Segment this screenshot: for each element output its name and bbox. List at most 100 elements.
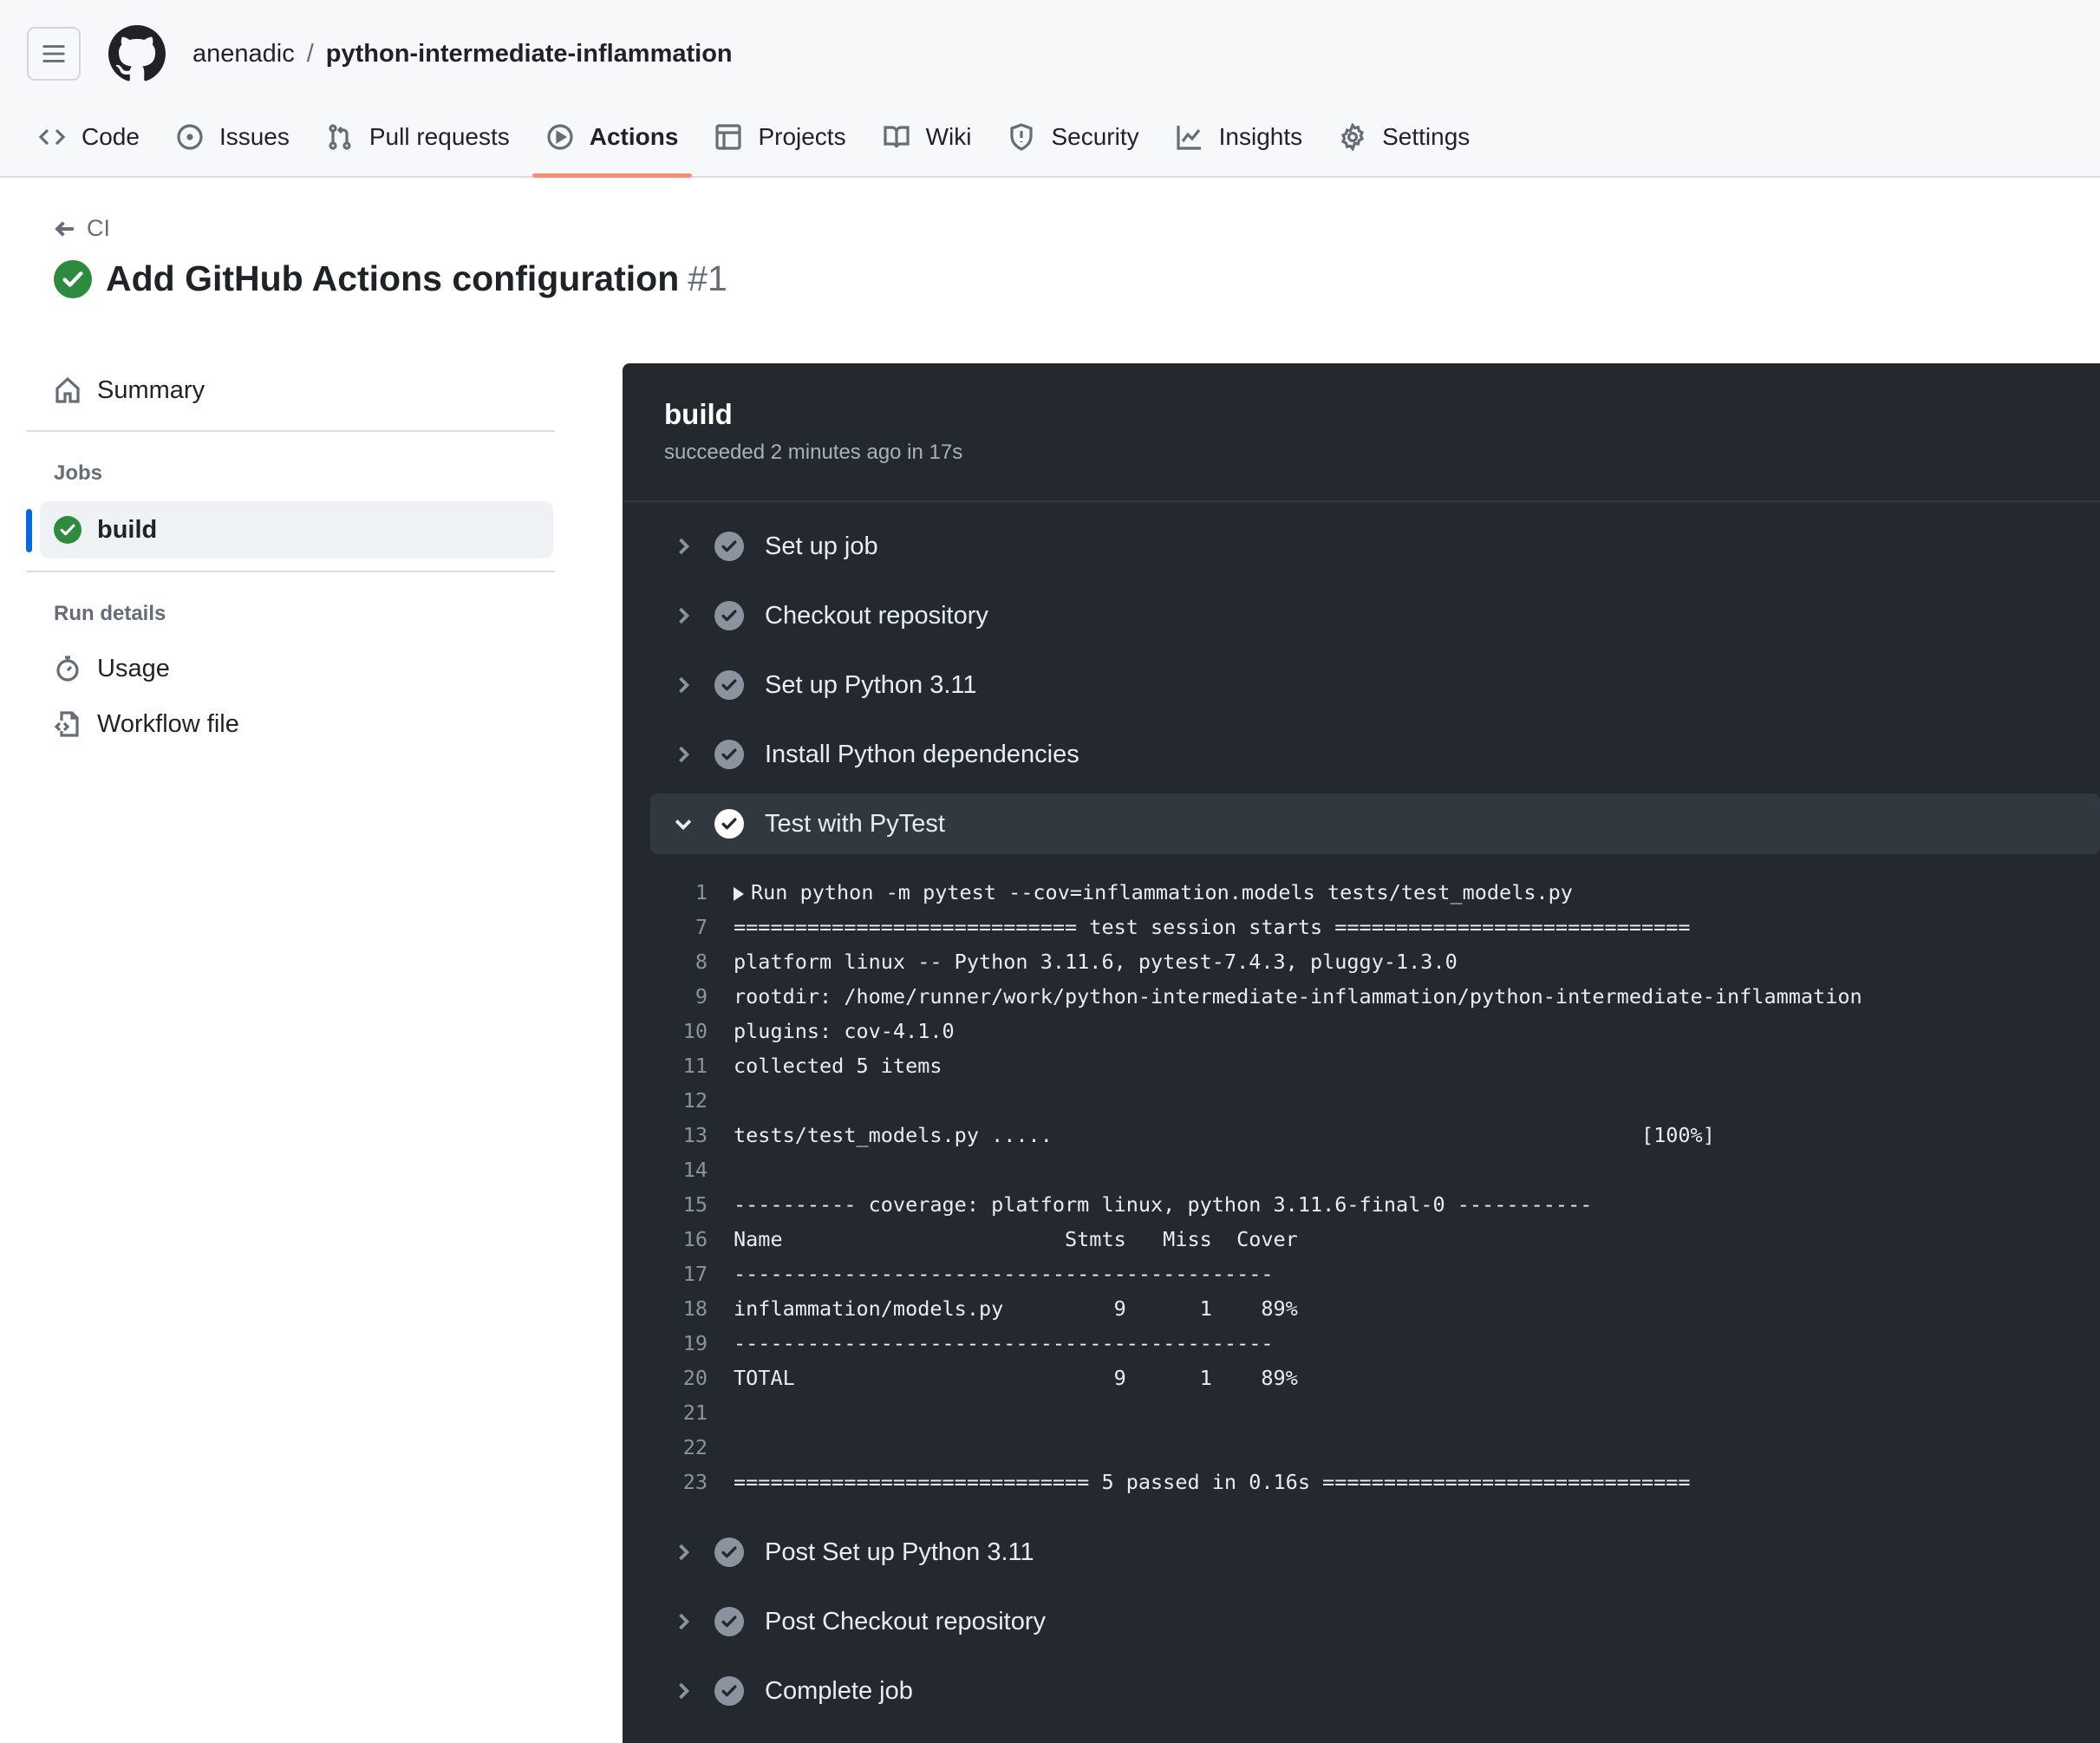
log-line: 18 inflammation/models.py 9 1 89% bbox=[650, 1291, 2100, 1326]
line-number[interactable]: 14 bbox=[650, 1158, 708, 1182]
tab-code[interactable]: Code bbox=[26, 113, 153, 161]
repo-header: anenadic / python-intermediate-inflammatio… bbox=[0, 0, 2100, 178]
tab-issues[interactable]: Issues bbox=[162, 113, 303, 161]
tab-actions[interactable]: Actions bbox=[532, 113, 693, 178]
log-line: 19 --------------------------------------… bbox=[650, 1326, 2100, 1361]
log-line: 7 ============================ test sessi… bbox=[650, 910, 2100, 944]
jobs-heading: Jobs bbox=[54, 461, 103, 485]
line-number[interactable]: 1 bbox=[650, 880, 708, 904]
step-label: Test with PyTest bbox=[765, 809, 945, 838]
line-number[interactable]: 7 bbox=[650, 915, 708, 939]
line-number[interactable]: 23 bbox=[650, 1470, 708, 1494]
check-circle-fill-icon bbox=[54, 516, 82, 544]
tab-label: Wiki bbox=[925, 123, 972, 150]
step-complete-job[interactable]: Complete job bbox=[650, 1661, 2100, 1721]
sidebar-item-usage[interactable]: Usage bbox=[26, 651, 170, 686]
arrow-left-icon bbox=[55, 220, 74, 237]
gear-icon bbox=[1341, 123, 1365, 151]
log-line: 13 tests/test_models.py ..... [100%] bbox=[650, 1118, 2100, 1152]
log-group-toggle[interactable]: 1 Run python -m pytest --cov=inflammation… bbox=[650, 875, 2100, 910]
play-icon bbox=[547, 124, 573, 150]
chevron-right-icon bbox=[679, 676, 690, 694]
log-text: ============================ test sessio… bbox=[734, 915, 1691, 939]
tab-label: Actions bbox=[589, 123, 679, 150]
line-number[interactable]: 9 bbox=[650, 984, 708, 1009]
line-number[interactable]: 15 bbox=[650, 1192, 708, 1217]
log-line: 10 plugins: cov-4.1.0 bbox=[650, 1014, 2100, 1048]
global-menu-button[interactable] bbox=[27, 27, 81, 81]
repo-owner-link[interactable]: anenadic bbox=[192, 40, 295, 68]
step-test-with-pytest[interactable]: Test with PyTest bbox=[650, 793, 2100, 854]
tab-wiki[interactable]: Wiki bbox=[869, 113, 986, 161]
graph-icon bbox=[1177, 126, 1201, 150]
log-line: 8 platform linux -- Python 3.11.6, pytest… bbox=[650, 944, 2100, 979]
check-circle-fill-icon bbox=[54, 259, 92, 298]
sidebar-divider bbox=[26, 571, 555, 572]
line-number[interactable]: 16 bbox=[650, 1227, 708, 1251]
step-set-up-job[interactable]: Set up job bbox=[650, 516, 2100, 577]
line-number[interactable]: 11 bbox=[650, 1054, 708, 1078]
check-circle-fill-icon bbox=[714, 809, 744, 839]
git-pull-request-icon bbox=[329, 124, 351, 150]
tab-projects[interactable]: Projects bbox=[701, 113, 859, 161]
step-label: Checkout repository bbox=[765, 601, 988, 630]
step-install-python-dependencies[interactable]: Install Python dependencies bbox=[650, 724, 2100, 785]
log-line: 9 rootdir: /home/runner/work/python-inter… bbox=[650, 979, 2100, 1014]
tab-settings[interactable]: Settings bbox=[1325, 113, 1484, 161]
tab-pull-requests[interactable]: Pull requests bbox=[312, 113, 524, 161]
step-label: Set up Python 3.11 bbox=[765, 670, 977, 699]
sidebar-item-summary[interactable]: Summary bbox=[26, 373, 205, 408]
line-number[interactable]: 10 bbox=[650, 1019, 708, 1043]
github-logo-icon[interactable] bbox=[108, 25, 166, 82]
job-header: build succeeded 2 minutes ago in 17s bbox=[623, 363, 2100, 502]
chevron-right-icon bbox=[679, 746, 690, 763]
tab-insights[interactable]: Insights bbox=[1162, 113, 1317, 161]
chevron-right-icon bbox=[679, 1682, 690, 1700]
check-circle-fill-icon bbox=[714, 1607, 744, 1636]
repo-name-link[interactable]: python-intermediate-inflammation bbox=[326, 40, 733, 68]
step-post-checkout-repository[interactable]: Post Checkout repository bbox=[650, 1591, 2100, 1652]
line-number[interactable]: 17 bbox=[650, 1262, 708, 1286]
stopwatch-icon bbox=[56, 656, 79, 682]
chevron-right-icon bbox=[679, 1544, 690, 1561]
line-number[interactable]: 19 bbox=[650, 1331, 708, 1355]
step-post-set-up-python[interactable]: Post Set up Python 3.11 bbox=[650, 1522, 2100, 1583]
log-line: 20 TOTAL 9 1 89% bbox=[650, 1361, 2100, 1395]
issue-opened-icon bbox=[177, 124, 203, 150]
line-number[interactable]: 8 bbox=[650, 950, 708, 974]
line-number[interactable]: 13 bbox=[650, 1123, 708, 1147]
sidebar-item-label: Workflow file bbox=[97, 709, 239, 738]
line-number[interactable]: 12 bbox=[650, 1088, 708, 1113]
step-label: Install Python dependencies bbox=[765, 740, 1079, 768]
tab-label: Pull requests bbox=[368, 123, 510, 150]
selected-indicator bbox=[26, 509, 32, 552]
log-line: 17 --------------------------------------… bbox=[650, 1257, 2100, 1291]
step-set-up-python[interactable]: Set up Python 3.11 bbox=[650, 655, 2100, 715]
run-details-heading: Run details bbox=[54, 602, 166, 625]
line-number[interactable]: 21 bbox=[650, 1400, 708, 1425]
shield-icon bbox=[1010, 123, 1034, 151]
sidebar-item-label: Summary bbox=[97, 375, 205, 404]
log-text: Run python -m pytest --cov=inflammation.… bbox=[751, 880, 1573, 904]
check-circle-fill-icon bbox=[714, 1537, 744, 1567]
line-number[interactable]: 18 bbox=[650, 1296, 708, 1321]
breadcrumb-separator: / bbox=[306, 40, 314, 68]
tab-label: Code bbox=[82, 123, 140, 150]
step-checkout-repository[interactable]: Checkout repository bbox=[650, 585, 2100, 646]
sidebar-job-build[interactable]: build bbox=[40, 501, 553, 558]
log-text: ----------------------------------------… bbox=[734, 1262, 1274, 1286]
triangle-right-icon[interactable] bbox=[734, 886, 744, 901]
step-label: Complete job bbox=[765, 1676, 913, 1705]
log-line: 21 bbox=[650, 1395, 2100, 1430]
back-to-workflow-link[interactable]: CI bbox=[54, 215, 110, 242]
chevron-right-icon bbox=[679, 1613, 690, 1630]
tab-security[interactable]: Security bbox=[994, 113, 1152, 161]
chevron-right-icon bbox=[679, 538, 690, 555]
file-code-icon bbox=[54, 711, 79, 737]
home-icon bbox=[55, 376, 80, 403]
sidebar-item-workflow-file[interactable]: Workflow file bbox=[26, 707, 239, 741]
log-text: platform linux -- Python 3.11.6, pytest-… bbox=[734, 950, 1458, 974]
line-number[interactable]: 20 bbox=[650, 1366, 708, 1390]
line-number[interactable]: 22 bbox=[650, 1435, 708, 1459]
job-label: build bbox=[97, 515, 158, 544]
